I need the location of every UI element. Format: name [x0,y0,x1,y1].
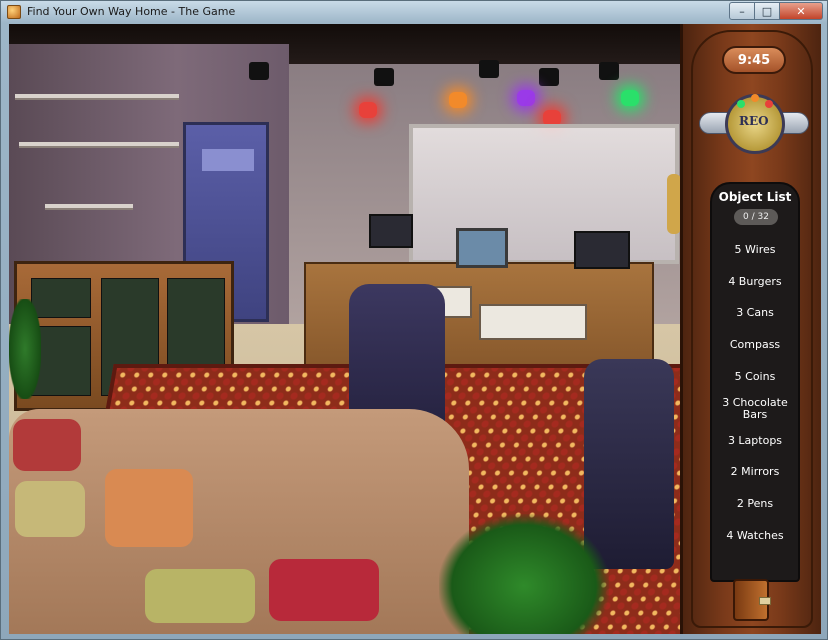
object-list-item: 3 Laptops [727,433,783,447]
window-title: Find Your Own Way Home - The Game [27,5,236,18]
app-icon [7,5,21,19]
pillow-olive[interactable] [145,569,255,623]
stage-spotlight [479,60,499,78]
object-list-count: 0 / 32 [734,209,778,225]
close-button[interactable]: ✕ [780,2,823,20]
pillow-orange[interactable] [105,469,193,547]
maximize-button[interactable]: □ [755,2,780,20]
stage-spotlight [539,68,559,86]
potted-plant[interactable] [9,299,41,399]
stage-spotlight [374,68,394,86]
logo-text: REO [739,114,769,128]
game-window: Find Your Own Way Home - The Game – □ ✕ [0,0,828,640]
mixing-console[interactable] [479,304,587,340]
wall-shelf [15,94,179,100]
studio-speaker[interactable] [369,214,413,248]
pillow-red[interactable] [269,559,379,621]
stage-spotlight [599,62,619,80]
recording-booth-glass [409,124,679,264]
object-list-item: 4 Burgers [728,274,782,288]
hud-panel: 9:45 REO Object List 0 / 32 5 Wires 4 Bu… [680,24,821,634]
journal-icon[interactable] [733,579,771,621]
studio-speaker[interactable] [574,231,630,269]
logo-gem-orange [751,94,759,102]
title-bar[interactable]: Find Your Own Way Home - The Game – □ ✕ [1,1,828,24]
object-list-items: 5 Wires 4 Burgers 3 Cans Compass 5 Coins… [712,234,798,552]
pillow-yellow[interactable] [15,481,85,537]
window-controls: – □ ✕ [729,2,823,21]
object-list-item: 2 Pens [736,497,774,511]
object-list-item: 3 Cans [736,306,774,320]
wall-shelf [19,142,179,148]
game-area[interactable]: 9:45 REO Object List 0 / 32 5 Wires 4 Bu… [9,24,821,634]
fern-plant[interactable] [439,514,609,634]
door-window [202,149,254,171]
party-light-red [359,102,377,118]
couch [9,409,469,634]
object-list-title: Object List [718,190,792,204]
object-list-item: 3 Chocolate Bars [722,395,788,421]
logo-gem-red [765,100,773,108]
band-logo: REO [699,84,809,184]
object-list-item: 5 Coins [734,370,776,384]
wall-shelf [45,204,133,210]
desk-monitor[interactable] [456,228,508,268]
party-light-purple [517,90,535,106]
pillow-red[interactable] [13,419,81,471]
hint-meter [667,174,681,234]
object-list-item: 2 Mirrors [730,465,780,479]
object-list-item: 5 Wires [734,242,776,256]
game-timer: 9:45 [722,46,786,74]
party-light-green [621,90,639,106]
minimize-button[interactable]: – [729,2,755,20]
party-light-orange [449,92,467,108]
stage-spotlight [249,62,269,80]
object-list: Object List 0 / 32 5 Wires 4 Burgers 3 C… [710,182,800,582]
object-list-item: 4 Watches [726,529,784,543]
logo-gem-green [737,100,745,108]
journal-clasp [759,597,771,605]
object-list-item: Compass [729,338,781,352]
